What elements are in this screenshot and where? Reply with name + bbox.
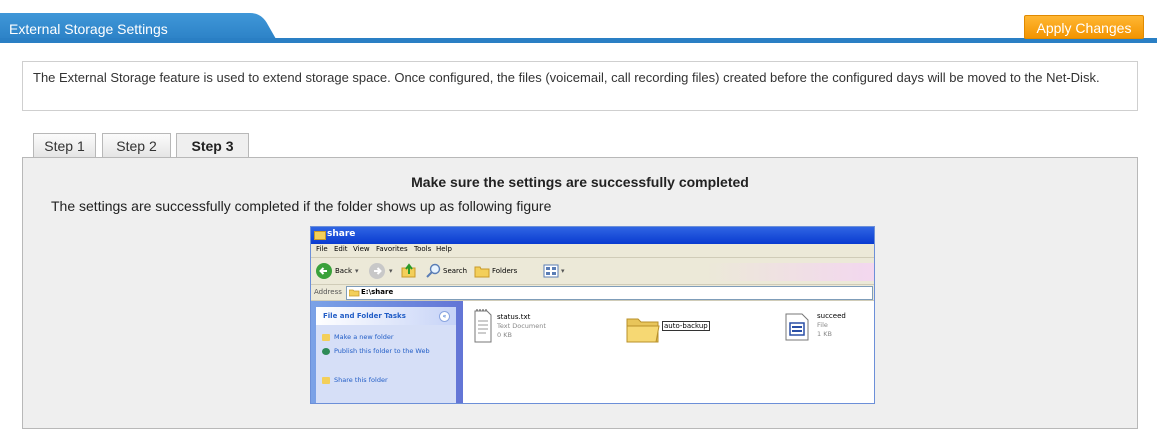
folder-tasks-title: File and Folder Tasks [323,312,406,320]
menu-help: Help [436,245,452,253]
up-folder-icon [401,263,416,278]
address-field: E:\share [346,286,873,300]
dropdown-arrow-icon: ▾ [355,267,359,275]
dropdown-arrow-icon: ▾ [389,267,393,275]
menu-view: View [353,245,370,253]
file-succeed-type: File [817,321,828,329]
folder-icon [626,318,660,343]
address-label: Address [314,288,342,296]
panel-instruction: The settings are successfully completed … [51,198,552,214]
menu-edit: Edit [334,245,348,253]
search-label: Search [443,267,468,275]
menu-tools: Tools [414,245,432,253]
explorer-screenshot: share File Edit View Favorites Tools Hel… [310,226,875,404]
explorer-menu-bar: File Edit View Favorites Tools Help [311,244,874,258]
page-title: External Storage Settings [9,21,168,37]
folders-icon [474,266,490,278]
text-document-icon [474,309,492,343]
explorer-title-bar: share [311,227,874,244]
menu-file: File [316,245,328,253]
task-new-folder: Make a new folder [334,333,394,341]
apply-changes-button[interactable]: Apply Changes [1024,15,1144,39]
file-status-name: status.txt [497,313,531,321]
folder-tasks-header: File and Folder Tasks « [316,307,456,325]
share-folder-icon [322,377,330,384]
task-share-folder: Share this folder [334,376,388,384]
description-box: The External Storage feature is used to … [22,61,1138,111]
folders-label: Folders [492,267,518,275]
back-label: Back [335,267,352,275]
folder-tasks-card: File and Folder Tasks « Make a new folde… [316,307,456,403]
explorer-title: share [327,229,356,239]
file-succeed-size: 1 KB [817,330,832,338]
description-text: The External Storage feature is used to … [33,70,1100,85]
search-icon [426,263,441,278]
task-publish-web: Publish this folder to the Web [334,347,430,355]
file-icon [785,313,809,341]
menu-favorites: Favorites [376,245,408,253]
explorer-address-bar: Address E:\share [311,285,874,301]
file-status-type: Text Document [497,322,546,330]
address-value: E:\share [361,288,394,296]
folder-auto-backup-name: auto-backup [662,321,710,331]
file-status-size: 0 KB [497,331,512,339]
collapse-chevron-icon: « [439,311,450,322]
dropdown-arrow-icon: ▾ [561,267,565,275]
panel-heading: Make sure the settings are successfully … [411,174,749,190]
tab-step-2[interactable]: Step 2 [102,133,171,158]
views-icon [543,264,559,278]
new-folder-icon [322,334,330,341]
back-arrow-icon [316,263,332,279]
explorer-task-pane: File and Folder Tasks « Make a new folde… [311,301,463,403]
tab-step-3[interactable]: Step 3 [176,133,249,159]
toolbar-decoration [706,263,874,281]
header-underline [0,38,1157,43]
file-succeed-name: succeed [817,312,846,320]
forward-arrow-icon [369,263,385,279]
tab-step-1[interactable]: Step 1 [33,133,96,158]
page-header: External Storage Settings Apply Changes [0,0,1157,44]
publish-web-icon [322,348,330,355]
folder-icon [314,231,326,240]
folder-icon [349,289,360,297]
